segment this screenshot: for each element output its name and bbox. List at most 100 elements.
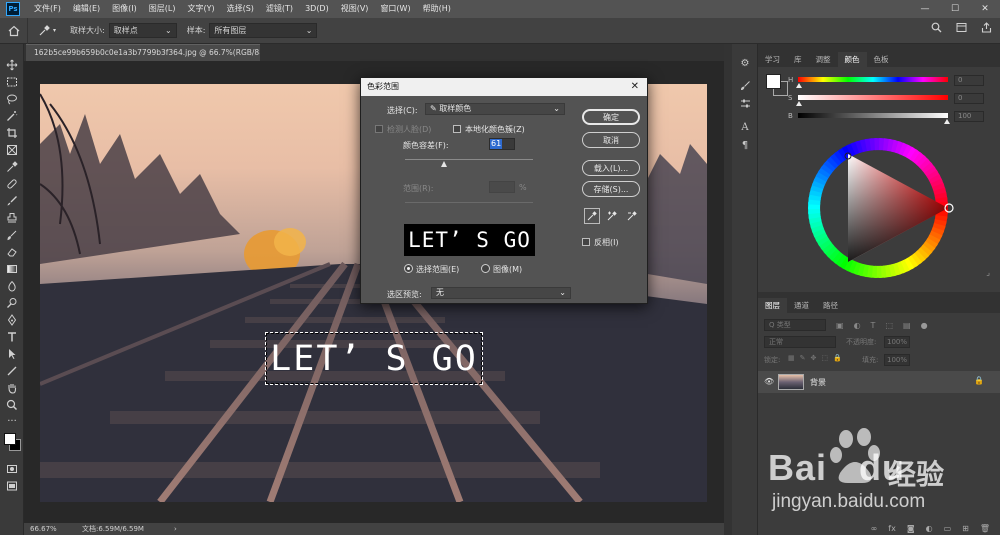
type-filter-icon[interactable]: T	[871, 321, 876, 330]
maximize-button[interactable]: ☐	[940, 0, 970, 18]
load-button[interactable]: 载入(L)...	[582, 160, 640, 176]
zoom-level[interactable]: 66.67%	[30, 523, 57, 535]
eyedropper-tool-preset-icon[interactable]: ▾	[38, 24, 56, 37]
menu-item[interactable]: 选择(S)	[221, 0, 260, 18]
tab-layers_panel-0[interactable]: 图层	[758, 298, 787, 313]
new-group-icon[interactable]: ▭	[944, 524, 952, 533]
blend-mode-select[interactable]: 正常	[764, 336, 836, 348]
eraser-tool-icon[interactable]	[0, 243, 24, 260]
tab-color_panel-3[interactable]: 颜色	[837, 52, 867, 67]
hue-slider[interactable]	[798, 77, 948, 82]
hue-input[interactable]: 0	[954, 75, 984, 86]
cancel-button[interactable]: 取消	[582, 132, 640, 148]
foreground-color-swatch[interactable]	[4, 433, 16, 445]
menu-item[interactable]: 编辑(E)	[67, 0, 106, 18]
dodge-tool-icon[interactable]	[0, 294, 24, 311]
adjustment-filter-icon[interactable]: ◐	[854, 321, 861, 330]
link-layers-icon[interactable]: ∞	[871, 524, 878, 533]
new-layer-icon[interactable]: ⊞	[962, 524, 969, 533]
brightness-input[interactable]: 100	[954, 111, 984, 122]
magic-wand-tool-icon[interactable]	[0, 107, 24, 124]
localized-clusters-checkbox[interactable]	[453, 125, 461, 133]
lock-icons[interactable]: ▦✎✥⬚🔒	[788, 354, 847, 362]
smart-filter-icon[interactable]: ▤	[903, 321, 911, 330]
selection-radio[interactable]	[404, 264, 413, 273]
dialog-title-bar[interactable]: 色彩范围 ✕	[361, 78, 647, 96]
layer-row[interactable]: 👁 背景 🔒	[758, 371, 1000, 393]
marquee-tool-icon[interactable]	[0, 73, 24, 90]
close-icon[interactable]: ✕	[631, 78, 639, 96]
fuzziness-input[interactable]: 61	[489, 138, 515, 150]
shape-filter-icon[interactable]: ⬚	[885, 321, 893, 330]
brightness-slider-thumb[interactable]	[944, 119, 950, 124]
crop-tool-icon[interactable]	[0, 124, 24, 141]
gradient-tool-icon[interactable]	[0, 260, 24, 277]
color-swatches[interactable]	[0, 430, 24, 460]
menu-item[interactable]: 帮助(H)	[417, 0, 457, 18]
tab-color_panel-2[interactable]: 调整	[809, 52, 838, 67]
brightness-slider[interactable]	[798, 113, 948, 118]
close-button[interactable]: ✕	[970, 0, 1000, 18]
image-radio[interactable]	[481, 264, 490, 273]
add-mask-icon[interactable]: ◙	[907, 524, 915, 533]
move-tool-icon[interactable]	[0, 56, 24, 73]
add-to-sample-eyedropper-icon[interactable]	[604, 208, 620, 224]
saturation-slider-row[interactable]: S 0	[788, 93, 998, 108]
line-tool-icon[interactable]	[0, 362, 24, 379]
tab-color_panel-4[interactable]: 色板	[867, 52, 896, 67]
saturation-input[interactable]: 0	[954, 93, 984, 104]
workspace-icon[interactable]	[956, 22, 967, 35]
healing-brush-tool-icon[interactable]	[0, 175, 24, 192]
menu-item[interactable]: 图像(I)	[106, 0, 143, 18]
menu-item[interactable]: 文件(F)	[28, 0, 67, 18]
character-icon[interactable]: A	[732, 118, 758, 136]
eyedropper-tool-icon[interactable]	[0, 158, 24, 175]
menu-item[interactable]: 3D(D)	[299, 0, 335, 18]
sample-size-select[interactable]: 取样点 ⌄	[108, 23, 177, 38]
hue-slider-row[interactable]: H 0	[788, 75, 998, 90]
type-tool-icon[interactable]	[0, 328, 24, 345]
tab-color_panel-1[interactable]: 库	[787, 52, 809, 67]
hue-slider-thumb[interactable]	[796, 83, 802, 88]
delete-layer-icon[interactable]: 🗑	[980, 524, 990, 533]
lasso-tool-icon[interactable]	[0, 90, 24, 107]
paragraph-icon[interactable]: ¶	[732, 136, 758, 154]
detect-faces-checkbox[interactable]	[375, 125, 383, 133]
screen-mode-icon[interactable]	[0, 477, 24, 494]
clone-stamp-tool-icon[interactable]	[0, 209, 24, 226]
layer-filter-select[interactable]: Q 类型	[764, 319, 826, 331]
ok-button[interactable]: 确定	[582, 109, 640, 125]
foreground-swatch[interactable]	[766, 74, 781, 89]
history-brush-tool-icon[interactable]	[0, 226, 24, 243]
brightness-slider-row[interactable]: B 100	[788, 111, 998, 126]
fx-icon[interactable]: fx	[888, 524, 896, 533]
range-slider[interactable]	[405, 202, 533, 203]
tab-layers_panel-2[interactable]: 路径	[816, 298, 845, 313]
eye-icon[interactable]: 👁	[764, 377, 774, 386]
save-button[interactable]: 存储(S)...	[582, 181, 640, 197]
path-selection-tool-icon[interactable]	[0, 345, 24, 362]
quick-mask-icon[interactable]	[0, 460, 24, 477]
tab-color_panel-0[interactable]: 学习	[758, 52, 787, 67]
minimize-button[interactable]: —	[910, 0, 940, 18]
eyedropper-icon[interactable]	[584, 208, 600, 224]
tab-layers_panel-1[interactable]: 通道	[787, 298, 816, 313]
resize-grip-icon[interactable]: ⌟	[986, 268, 990, 277]
menu-item[interactable]: 文字(Y)	[181, 0, 220, 18]
sample-select[interactable]: 所有图层 ⌄	[209, 23, 318, 38]
fuzziness-slider-thumb[interactable]	[441, 161, 447, 167]
menu-item[interactable]: 窗口(W)	[374, 0, 416, 18]
more-tools-icon[interactable]: ···	[0, 413, 24, 430]
select-dropdown[interactable]: ✎ 取样颜色 ⌄	[425, 103, 565, 115]
share-icon[interactable]	[981, 22, 992, 35]
menu-item[interactable]: 视图(V)	[335, 0, 375, 18]
chevron-right-icon[interactable]: ›	[174, 523, 177, 535]
menu-item[interactable]: 滤镜(T)	[260, 0, 299, 18]
pen-tool-icon[interactable]	[0, 311, 24, 328]
brush-settings-icon[interactable]	[732, 76, 758, 94]
blur-tool-icon[interactable]	[0, 277, 24, 294]
adjustments-icon[interactable]	[732, 94, 758, 112]
hand-tool-icon[interactable]	[0, 379, 24, 396]
zoom-tool-icon[interactable]	[0, 396, 24, 413]
saturation-slider[interactable]	[798, 95, 948, 100]
